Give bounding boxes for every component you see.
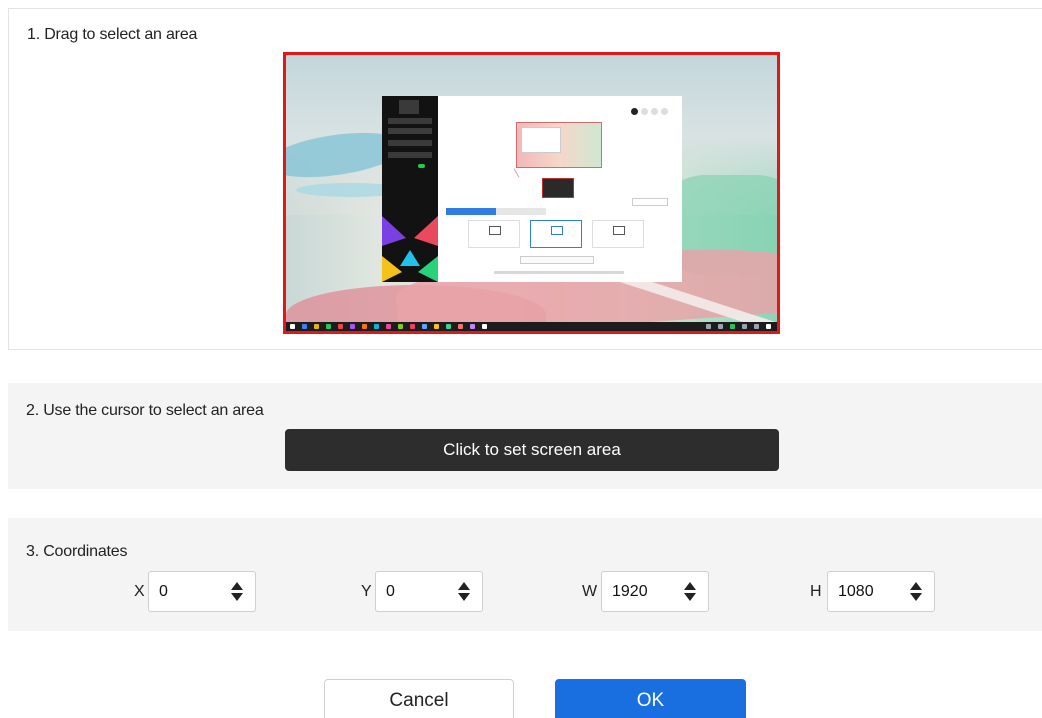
preview-app-sidebar (382, 96, 438, 282)
cursor-select-section: 2. Use the cursor to select an area Clic… (8, 383, 1042, 489)
preview-sidebar-item (388, 118, 432, 124)
preview-footer-text (494, 271, 624, 274)
section-title-drag: 1. Drag to select an area (27, 26, 198, 43)
drag-select-section: 1. Drag to select an area (8, 8, 1042, 350)
coord-h-label: H (810, 583, 822, 600)
preview-brand-graphic (382, 216, 438, 282)
coord-h-spinbox[interactable]: 1080 (827, 571, 935, 612)
coord-w-spinbox[interactable]: 1920 (601, 571, 709, 612)
preview-tablet-area (542, 178, 574, 198)
preview-small-button (632, 198, 668, 206)
preview-sidebar-item (388, 140, 432, 146)
coord-h-value[interactable]: 1080 (838, 583, 874, 601)
set-screen-area-button[interactable]: Click to set screen area (285, 429, 779, 471)
screen-area-preview[interactable] (283, 52, 780, 334)
preview-app-logo (399, 100, 419, 114)
preview-app-window (438, 96, 682, 282)
coord-x-spinbox[interactable]: 0 (148, 571, 256, 612)
coord-y-label: Y (361, 583, 372, 600)
preview-tab-active (446, 208, 496, 215)
preview-tab (496, 208, 546, 215)
spin-arrows-icon[interactable] (910, 581, 922, 603)
section-title-coordinates: 3. Coordinates (26, 543, 128, 560)
coord-w-value[interactable]: 1920 (612, 583, 648, 601)
coordinates-section: 3. Coordinates X 0 Y 0 W 1920 H 1080 (8, 518, 1042, 631)
preview-mode-card (592, 220, 644, 248)
preview-sidebar-item (388, 128, 432, 134)
preview-area-thumbnail (516, 122, 602, 168)
preview-toggle (418, 164, 425, 168)
coord-y-spinbox[interactable]: 0 (375, 571, 483, 612)
spin-arrows-icon[interactable] (231, 581, 243, 603)
preview-taskbar (286, 322, 777, 331)
ok-button[interactable]: OK (555, 679, 746, 718)
coord-w-label: W (582, 583, 598, 600)
preview-mode-card-selected (530, 220, 582, 248)
cancel-button[interactable]: Cancel (324, 679, 514, 718)
preview-select (520, 256, 594, 264)
coord-y-value[interactable]: 0 (386, 583, 395, 601)
section-title-cursor: 2. Use the cursor to select an area (26, 402, 264, 419)
preview-sidebar-item (388, 152, 432, 158)
coord-x-label: X (134, 583, 145, 600)
spin-arrows-icon[interactable] (684, 581, 696, 603)
coord-x-value[interactable]: 0 (159, 583, 168, 601)
preview-window-controls (628, 102, 674, 115)
preview-mode-card (468, 220, 520, 248)
spin-arrows-icon[interactable] (458, 581, 470, 603)
